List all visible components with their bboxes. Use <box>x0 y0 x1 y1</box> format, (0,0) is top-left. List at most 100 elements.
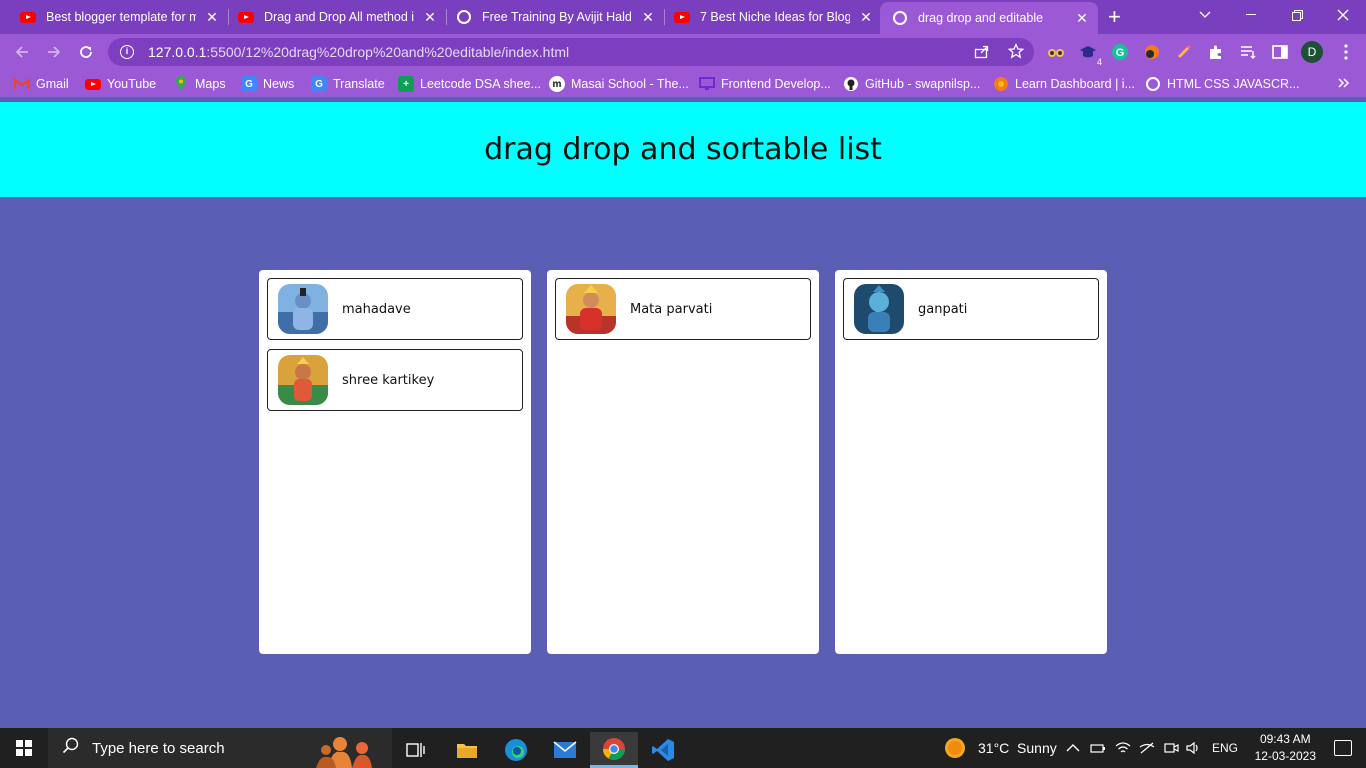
shiva-image <box>278 284 328 334</box>
grammarly-icon[interactable]: G <box>1110 42 1130 62</box>
notification-icon[interactable] <box>1334 740 1352 756</box>
address-bar[interactable]: i 127.0.0.1:5500/12%20drag%20drop%20and%… <box>108 38 1034 66</box>
bookmark-label: YouTube <box>107 77 157 91</box>
vscode-icon[interactable] <box>639 732 687 768</box>
youtube-icon <box>674 9 690 25</box>
parvati-image <box>566 284 616 334</box>
bookmark-news[interactable]: G News <box>241 70 294 98</box>
mail-icon[interactable] <box>541 732 589 768</box>
meet-now-icon[interactable] <box>1163 728 1179 768</box>
drop-column-1[interactable]: mahadave shree kartikey <box>259 270 531 654</box>
globe-icon <box>456 9 472 25</box>
bookmark-label: Learn Dashboard | i... <box>1015 77 1135 91</box>
bookmark-gmail[interactable]: Gmail <box>14 70 69 98</box>
youtube-icon <box>20 9 36 25</box>
tab-0[interactable]: Best blogger template for mo ✕ <box>10 0 229 34</box>
close-icon[interactable]: ✕ <box>858 9 874 26</box>
card-label: ganpati <box>918 301 968 317</box>
close-icon[interactable]: ✕ <box>204 9 220 26</box>
weather-widget[interactable]: 31°C Sunny <box>944 728 1057 768</box>
close-icon[interactable]: ✕ <box>640 9 656 26</box>
url-text: 127.0.0.1:5500/12%20drag%20drop%20and%20… <box>148 44 569 60</box>
draggable-card[interactable]: mahadave <box>267 278 523 340</box>
windows-start-icon[interactable] <box>16 740 32 756</box>
date-text: 12-03-2023 <box>1254 749 1316 763</box>
minimize-icon[interactable] <box>1228 0 1274 30</box>
extension-cap-icon[interactable]: 4 <box>1078 42 1102 67</box>
reload-icon[interactable] <box>74 41 98 63</box>
tab-title: drag drop and editable <box>918 11 1044 25</box>
tab-search-icon[interactable] <box>1182 0 1228 30</box>
clock[interactable]: 09:43 AM 12-03-2023 <box>1255 731 1316 765</box>
news-icon: G <box>241 76 257 92</box>
translate-icon: G <box>311 76 327 92</box>
draggable-card[interactable]: ganpati <box>843 278 1099 340</box>
profile-avatar[interactable]: D <box>1301 41 1323 63</box>
task-view-icon[interactable] <box>392 732 440 768</box>
tab-title: Free Training By Avijit Halder <box>482 10 632 24</box>
network-icon[interactable] <box>1139 728 1155 768</box>
tab-3[interactable]: 7 Best Niche Ideas for Bloggi ✕ <box>664 0 882 34</box>
tab-1[interactable]: Drag and Drop All method in ✕ <box>228 0 447 34</box>
dashboard-icon <box>993 76 1009 92</box>
weather-text: 31°C Sunny <box>978 740 1057 756</box>
reading-list-icon[interactable] <box>1238 42 1258 62</box>
new-tab-button[interactable]: + <box>1108 6 1121 28</box>
extension-flame-icon[interactable] <box>1142 42 1162 62</box>
drop-column-3[interactable]: ganpati <box>835 270 1107 654</box>
extension-glasses-icon[interactable] <box>1046 42 1066 62</box>
tab-4-active[interactable]: drag drop and editable ✕ <box>880 2 1098 34</box>
gmail-icon <box>14 76 30 92</box>
bookmark-github[interactable]: GitHub - swapnilsp... <box>843 70 980 98</box>
bookmark-label: Leetcode DSA shee... <box>420 77 541 91</box>
bookmark-learn-dashboard[interactable]: Learn Dashboard | i... <box>993 70 1135 98</box>
close-icon[interactable]: ✕ <box>422 9 438 26</box>
tab-strip: Best blogger template for mo ✕ Drag and … <box>0 0 1366 34</box>
back-icon[interactable] <box>10 41 34 63</box>
wifi-icon[interactable] <box>1115 728 1131 768</box>
extension-pen-icon[interactable] <box>1174 42 1194 62</box>
draggable-card[interactable]: Mata parvati <box>555 278 811 340</box>
draggable-card[interactable]: shree kartikey <box>267 349 523 411</box>
search-placeholder: Type here to search <box>92 739 225 757</box>
language-indicator[interactable]: ENG <box>1212 728 1238 768</box>
card-label: mahadave <box>342 301 411 317</box>
bookmark-leetcode[interactable]: + Leetcode DSA shee... <box>398 70 541 98</box>
bookmarks-overflow-icon[interactable] <box>1338 75 1350 91</box>
edge-browser-icon[interactable] <box>492 732 540 768</box>
bookmarks-bar: Gmail YouTube Maps G News G Translate + … <box>0 70 1366 98</box>
card-label: shree kartikey <box>342 372 435 388</box>
drop-column-2[interactable]: Mata parvati <box>547 270 819 654</box>
close-window-icon[interactable] <box>1320 0 1366 30</box>
search-highlight-icon <box>310 732 386 768</box>
chrome-icon[interactable] <box>590 732 638 768</box>
bookmark-label: Masai School - The... <box>571 77 689 91</box>
file-explorer-icon[interactable] <box>443 732 491 768</box>
close-icon[interactable]: ✕ <box>1074 10 1090 27</box>
bookmark-frontend[interactable]: Frontend Develop... <box>699 70 831 98</box>
bookmark-maps[interactable]: Maps <box>173 70 226 98</box>
tab-2[interactable]: Free Training By Avijit Halder ✕ <box>446 0 665 34</box>
bookmark-html-css-js[interactable]: HTML CSS JAVASCR... <box>1145 70 1299 98</box>
restore-icon[interactable] <box>1274 0 1320 30</box>
sun-icon <box>944 737 966 759</box>
battery-icon[interactable] <box>1090 728 1106 768</box>
card-label: Mata parvati <box>630 301 713 317</box>
taskbar-search[interactable]: Type here to search <box>48 728 392 768</box>
forward-icon[interactable] <box>42 41 66 63</box>
volume-icon[interactable] <box>1185 728 1201 768</box>
maps-icon <box>173 76 189 92</box>
side-panel-icon[interactable] <box>1270 42 1290 62</box>
tab-title: Best blogger template for mo <box>46 10 196 24</box>
share-icon[interactable] <box>974 43 990 63</box>
bookmark-translate[interactable]: G Translate <box>311 70 385 98</box>
bookmark-star-icon[interactable] <box>1007 42 1025 63</box>
tray-up-arrow-icon[interactable] <box>1066 728 1080 768</box>
menu-kebab-icon[interactable] <box>1336 42 1356 62</box>
extensions-puzzle-icon[interactable] <box>1206 42 1226 62</box>
bookmark-masai[interactable]: m Masai School - The... <box>549 70 689 98</box>
site-info-icon[interactable]: i <box>120 45 134 59</box>
ganpati-image <box>854 284 904 334</box>
bookmark-youtube[interactable]: YouTube <box>85 70 156 98</box>
youtube-icon <box>238 9 254 25</box>
